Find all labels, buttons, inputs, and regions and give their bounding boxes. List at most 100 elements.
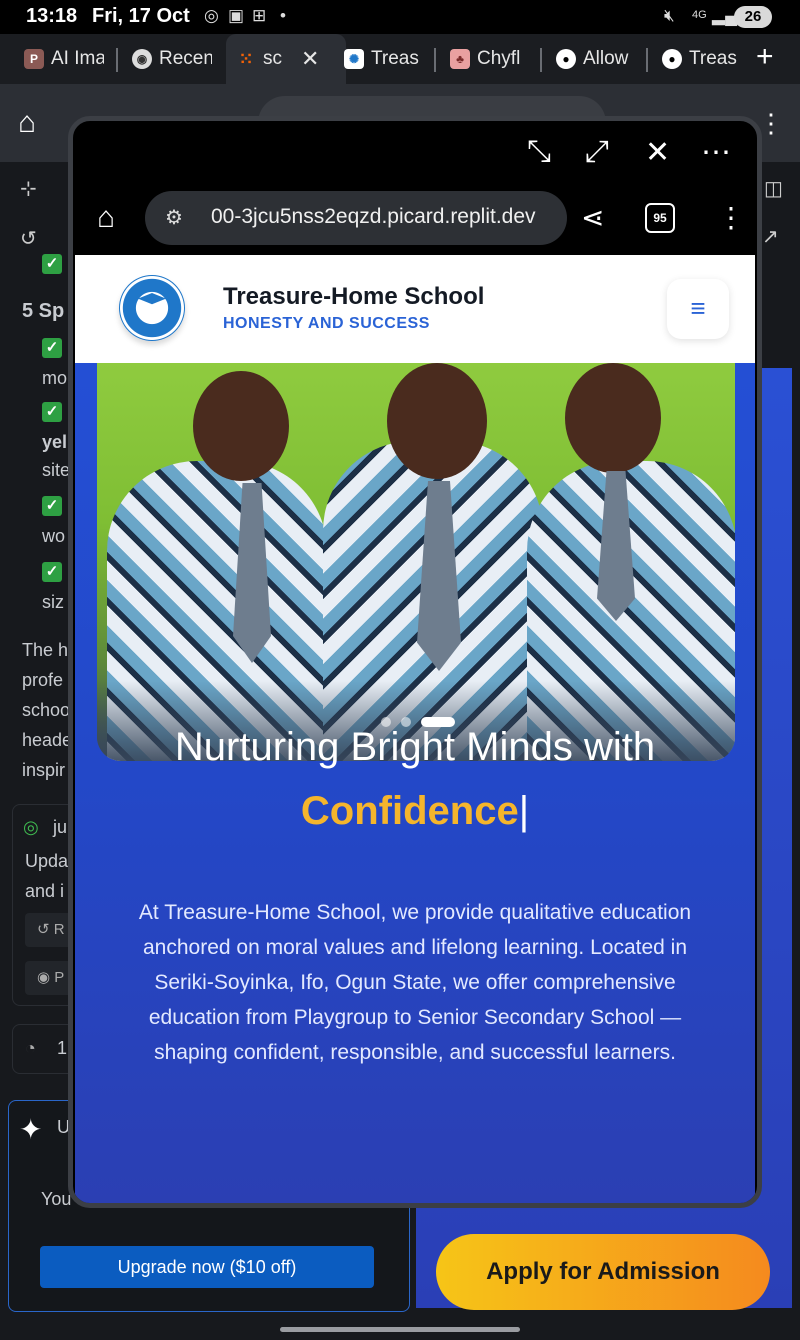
tab-replit-active[interactable]: ⁙ sc ✕ [226,34,346,84]
rollback-icon: ↺ [37,921,54,938]
tab-treasure[interactable]: ✺ Treas [344,42,422,76]
popup-browser-window: ⤡ ⤢ ✕ ⋯ ⌂ ⚙︎ 00-3jcu5nss2eqzd.picard.rep… [68,116,762,1208]
check-icon: ✓ [42,338,62,358]
card-line: Upda [25,851,69,871]
menu-icon[interactable]: ⋮ [717,201,745,234]
tab-label: Chyfl [477,48,521,69]
school-name[interactable]: Treasure-Home School [223,283,484,311]
tab-strip: P AI Ima ◉ Recen ⁙ sc ✕ ✺ Treas ♣ Chyfl … [0,34,800,84]
highlight-text: Confidence [300,789,519,833]
section-title: 5 Sp [22,300,65,322]
date: Fri, 17 Oct [92,5,190,27]
tab-divider [646,48,648,72]
home-icon[interactable]: ⌂ [18,106,36,140]
check-icon: ✓ [42,402,62,422]
url-text[interactable]: 00-3jcu5nss2eqzd.picard.replit.dev [211,205,557,229]
more-icon[interactable]: ⋯ [701,135,731,170]
list-item: site [42,460,71,480]
school-logo[interactable] [119,275,185,341]
hero-description: At Treasure-Home School, we provide qual… [138,901,692,1064]
network-icon: 4G [692,9,707,21]
check-icon: ✓ [42,496,62,516]
layout-icon[interactable]: ⊹ [20,176,37,201]
more-dot-icon: • [280,6,286,25]
tab-count-button[interactable]: 95 [645,203,675,233]
minimize-icon[interactable]: ⤡ [527,135,551,169]
close-icon[interactable]: ✕ [645,135,670,170]
school-website: Treasure-Home School HONESTY AND SUCCESS… [75,255,755,1203]
tab-label: AI Ima [51,48,104,69]
paragraph-line: profe [22,670,64,690]
address-bar[interactable]: ⚙︎ 00-3jcu5nss2eqzd.picard.replit.dev [145,191,567,245]
home-icon[interactable]: ⌂ [97,201,115,235]
tab-recent[interactable]: ◉ Recen [132,42,212,76]
site-header: Treasure-Home School HONESTY AND SUCCESS… [75,255,755,363]
hero-heading-highlight: Confidence| [75,789,755,834]
tab-treasure-github[interactable]: ● Treas [662,42,738,76]
hamburger-icon: ≡ [690,293,706,323]
paragraph-line: schoo [22,700,71,720]
app-icon: ⊞ [252,6,267,25]
gesture-home-bar[interactable] [280,1327,520,1332]
new-tab-plus-icon[interactable]: + [756,40,774,74]
tab-divider [116,48,118,72]
usage-counter: 1 [57,1038,68,1058]
tab-ai-image[interactable]: P AI Ima [24,42,104,76]
whatsapp-icon: ◎ [204,6,219,25]
instagram-icon: ▣ [228,6,245,25]
close-tab-icon[interactable]: ✕ [301,46,319,72]
graduation-cap-icon [138,293,166,305]
paragraph-line: heade [22,730,73,750]
student-middle-face [387,363,487,479]
button-label: R [53,921,65,938]
battery-icon: 26 [734,6,772,28]
upgrade-text: You [41,1189,72,1209]
tab-label: Allow [583,48,629,69]
sparkle-icon: ✦ [19,1114,43,1145]
tab-divider [434,48,436,72]
open-external-icon[interactable]: ↗ [762,224,779,249]
clock: 13:18 [26,5,78,27]
site-settings-icon[interactable]: ⚙︎ [165,205,183,230]
github-icon: ● [556,49,576,69]
paragraph-line: The h [22,640,69,660]
preview-icon: ◉ [37,969,55,986]
upgrade-button[interactable]: Upgrade now ($10 off) [40,1246,374,1288]
school-motto: HONESTY AND SUCCESS [223,315,430,332]
github-icon: ● [662,49,682,69]
tab-label: Treas [689,48,737,69]
tab-chyfl[interactable]: ♣ Chyfl [450,42,530,76]
chrome-icon: ◉ [132,49,152,69]
cake-icon: ♣ [450,49,470,69]
button-label: P [54,969,65,986]
share-icon[interactable]: ⋖ [581,201,604,234]
card-line: and i [25,881,65,901]
check-circle-icon: ◎ [23,817,39,837]
check-icon: ✓ [42,254,62,274]
school-icon: ✺ [344,49,364,69]
check-icon: ✓ [42,562,62,582]
gauge-icon: ◔ [25,1038,36,1058]
apply-admission-button[interactable]: Apply for Admission [436,1234,770,1310]
list-item: mo [42,368,68,388]
paragraph-line: inspir [22,760,66,780]
tab-label: sc [263,48,282,69]
maximize-icon[interactable]: ⤢ [585,135,609,169]
status-bar: 13:18 Fri, 17 Oct ◎ ▣ ⊞ • 🔇︎ 4G ▂▄ 26 [0,0,800,34]
menu-icon[interactable]: ⋮ [758,108,784,139]
tab-divider [540,48,542,72]
list-item: siz [42,592,64,612]
card-user: ju [53,817,68,837]
list-item: wo [42,526,66,546]
mute-icon: 🔇︎ [664,6,675,25]
replit-icon: ⁙ [238,48,254,69]
list-item: yel [42,432,68,452]
split-view-icon[interactable]: ◫ [764,176,783,201]
tab-label: Treas [371,48,419,69]
hero-carousel[interactable] [97,363,735,761]
p-icon: P [24,49,44,69]
hamburger-menu-button[interactable]: ≡ [667,279,729,339]
tab-allow[interactable]: ● Allow [556,42,636,76]
history-icon[interactable]: ↺ [20,226,37,251]
student-right-face [565,363,661,473]
